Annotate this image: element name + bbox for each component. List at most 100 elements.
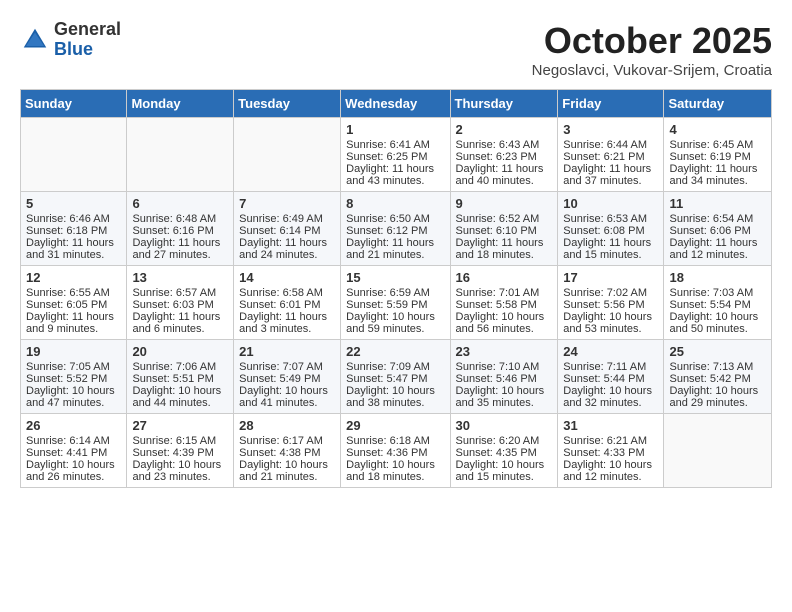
day-info: and 50 minutes. <box>669 323 766 335</box>
day-info: Daylight: 10 hours <box>456 385 553 397</box>
day-info: Sunrise: 7:05 AM <box>26 361 121 373</box>
day-info: and 44 minutes. <box>132 397 228 409</box>
day-info: Daylight: 11 hours <box>346 163 444 175</box>
day-info: and 32 minutes. <box>563 397 658 409</box>
day-info: Daylight: 11 hours <box>132 237 228 249</box>
day-info: Sunrise: 6:45 AM <box>669 139 766 151</box>
logo-blue-text: Blue <box>54 40 121 60</box>
calendar-cell-w2-d4: 8 Sunrise: 6:50 AMSunset: 6:12 PMDaylight… <box>341 192 450 266</box>
day-info: Daylight: 10 hours <box>669 385 766 397</box>
col-sunday: Sunday <box>21 90 127 118</box>
day-number: 21 <box>239 344 335 359</box>
day-info: Sunrise: 6:57 AM <box>132 287 228 299</box>
col-thursday: Thursday <box>450 90 558 118</box>
day-info: Sunrise: 6:59 AM <box>346 287 444 299</box>
day-number: 1 <box>346 122 444 137</box>
calendar-cell-w3-d7: 18 Sunrise: 7:03 AMSunset: 5:54 PMDayligh… <box>664 266 772 340</box>
day-number: 25 <box>669 344 766 359</box>
day-info: Sunset: 6:03 PM <box>132 299 228 311</box>
calendar-header-row: Sunday Monday Tuesday Wednesday Thursday… <box>21 90 772 118</box>
calendar-cell-w4-d3: 21Sunrise: 7:07 AMSunset: 5:49 PMDayligh… <box>234 340 341 414</box>
calendar-cell-w4-d6: 24Sunrise: 7:11 AMSunset: 5:44 PMDayligh… <box>558 340 664 414</box>
day-info: Sunrise: 7:09 AM <box>346 361 444 373</box>
day-number: 2 <box>456 122 553 137</box>
day-info: Daylight: 10 hours <box>346 311 444 323</box>
day-info: Sunset: 5:46 PM <box>456 373 553 385</box>
day-info: Sunset: 6:16 PM <box>132 225 228 237</box>
calendar-cell-w3-d2: 13Sunrise: 6:57 AMSunset: 6:03 PMDayligh… <box>127 266 234 340</box>
day-number: 28 <box>239 418 335 433</box>
day-info: Daylight: 11 hours <box>563 163 658 175</box>
day-number: 8 <box>346 196 444 211</box>
calendar-week-1: 1Sunrise: 6:41 AMSunset: 6:25 PMDaylight… <box>21 118 772 192</box>
day-info: Sunrise: 6:41 AM <box>346 139 444 151</box>
logo: General Blue <box>20 20 121 60</box>
day-info: Sunset: 5:54 PM <box>669 299 766 311</box>
day-info: Sunrise: 6:20 AM <box>456 435 553 447</box>
day-info: Sunrise: 7:06 AM <box>132 361 228 373</box>
day-info: Daylight: 11 hours <box>26 311 121 323</box>
calendar-week-5: 26Sunrise: 6:14 AMSunset: 4:41 PMDayligh… <box>21 414 772 488</box>
calendar-cell-w2-d1: 5Sunrise: 6:46 AMSunset: 6:18 PMDaylight… <box>21 192 127 266</box>
day-number: 14 <box>239 270 335 285</box>
location-subtitle: Negoslavci, Vukovar-Srijem, Croatia <box>532 62 772 79</box>
day-info: and 6 minutes. <box>132 323 228 335</box>
day-info: Daylight: 11 hours <box>456 163 553 175</box>
day-info: Sunset: 5:58 PM <box>456 299 553 311</box>
day-info: and 41 minutes. <box>239 397 335 409</box>
day-info: and 56 minutes. <box>456 323 553 335</box>
day-info: and 43 minutes. <box>346 175 444 187</box>
day-info: Daylight: 10 hours <box>669 311 766 323</box>
logo-icon <box>20 25 50 55</box>
day-info: Sunrise: 6:50 AM <box>346 213 444 225</box>
day-number: 12 <box>26 270 121 285</box>
calendar-cell-w3-d6: 17Sunrise: 7:02 AMSunset: 5:56 PMDayligh… <box>558 266 664 340</box>
day-info: and 15 minutes. <box>456 471 553 483</box>
day-info: Sunset: 4:33 PM <box>563 447 658 459</box>
day-info: Sunset: 6:14 PM <box>239 225 335 237</box>
day-number: 17 <box>563 270 658 285</box>
day-info: Daylight: 10 hours <box>456 459 553 471</box>
day-info: and 53 minutes. <box>563 323 658 335</box>
day-info: and 9 minutes. <box>26 323 121 335</box>
calendar-cell-w4-d7: 25Sunrise: 7:13 AMSunset: 5:42 PMDayligh… <box>664 340 772 414</box>
calendar-cell-w5-d5: 30Sunrise: 6:20 AMSunset: 4:35 PMDayligh… <box>450 414 558 488</box>
day-info: Sunset: 4:41 PM <box>26 447 121 459</box>
day-info: Sunset: 6:19 PM <box>669 151 766 163</box>
day-info: and 18 minutes. <box>456 249 553 261</box>
calendar-week-4: 19Sunrise: 7:05 AMSunset: 5:52 PMDayligh… <box>21 340 772 414</box>
day-info: Sunset: 6:05 PM <box>26 299 121 311</box>
day-number: 13 <box>132 270 228 285</box>
day-info: Sunset: 6:12 PM <box>346 225 444 237</box>
calendar-cell-w1-d6: 3Sunrise: 6:44 AMSunset: 6:21 PMDaylight… <box>558 118 664 192</box>
month-title: October 2025 <box>532 20 772 62</box>
day-info: and 27 minutes. <box>132 249 228 261</box>
col-saturday: Saturday <box>664 90 772 118</box>
day-info: Sunrise: 7:13 AM <box>669 361 766 373</box>
day-info: Sunrise: 6:43 AM <box>456 139 553 151</box>
day-number: 10 <box>563 196 658 211</box>
day-info: Daylight: 11 hours <box>26 237 121 249</box>
day-number: 19 <box>26 344 121 359</box>
day-info: Daylight: 11 hours <box>669 163 766 175</box>
day-info: Sunset: 6:06 PM <box>669 225 766 237</box>
day-info: Sunset: 5:56 PM <box>563 299 658 311</box>
calendar-cell-w4-d2: 20Sunrise: 7:06 AMSunset: 5:51 PMDayligh… <box>127 340 234 414</box>
day-number: 15 <box>346 270 444 285</box>
col-wednesday: Wednesday <box>341 90 450 118</box>
calendar-cell-w1-d7: 4Sunrise: 6:45 AMSunset: 6:19 PMDaylight… <box>664 118 772 192</box>
day-info: Sunrise: 7:03 AM <box>669 287 766 299</box>
day-info: and 29 minutes. <box>669 397 766 409</box>
day-info: and 31 minutes. <box>26 249 121 261</box>
col-tuesday: Tuesday <box>234 90 341 118</box>
day-number: 24 <box>563 344 658 359</box>
calendar-cell-w1-d5: 2Sunrise: 6:43 AMSunset: 6:23 PMDaylight… <box>450 118 558 192</box>
day-info: Daylight: 11 hours <box>346 237 444 249</box>
calendar-cell-w2-d5: 9Sunrise: 6:52 AMSunset: 6:10 PMDaylight… <box>450 192 558 266</box>
day-number: 18 <box>669 270 766 285</box>
day-number: 5 <box>26 196 121 211</box>
day-info: Sunset: 4:35 PM <box>456 447 553 459</box>
day-info: Sunrise: 6:48 AM <box>132 213 228 225</box>
day-info: Sunrise: 6:58 AM <box>239 287 335 299</box>
calendar-cell-w3-d3: 14Sunrise: 6:58 AMSunset: 6:01 PMDayligh… <box>234 266 341 340</box>
